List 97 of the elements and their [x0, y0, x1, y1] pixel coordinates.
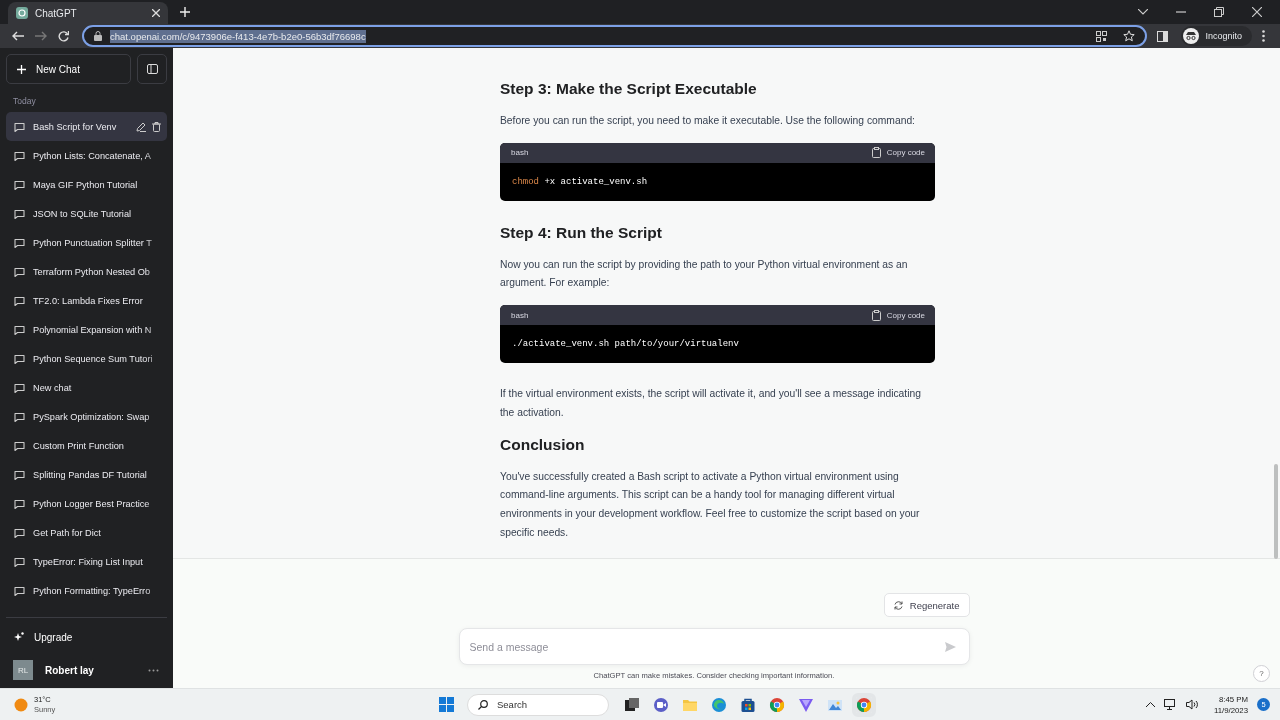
close-icon[interactable]	[1252, 7, 1262, 17]
network-icon[interactable]	[1163, 699, 1177, 710]
scrollbar-thumb[interactable]	[1274, 464, 1278, 559]
search-icon	[478, 699, 488, 710]
chat-bubble-icon	[14, 121, 25, 132]
help-button[interactable]: ?	[1253, 665, 1270, 682]
code-language: bash	[511, 310, 529, 320]
more-options-icon[interactable]	[1262, 30, 1265, 42]
chat-bubble-icon	[14, 527, 25, 538]
star-icon[interactable]	[1123, 30, 1136, 42]
chat-item[interactable]: TF2.0: Lambda Fixes Error	[6, 286, 167, 315]
copy-code-button[interactable]: Copy code	[871, 147, 925, 159]
upgrade-link[interactable]: Upgrade	[6, 622, 167, 652]
chat-item[interactable]: Polynomial Expansion with N	[6, 315, 167, 344]
triangle-app-icon[interactable]	[798, 696, 814, 713]
side-panel-icon[interactable]	[1157, 30, 1169, 42]
section-label: Today	[12, 95, 37, 108]
chat-item[interactable]: PySpark Optimization: Swap	[6, 402, 167, 431]
chat-bubble-icon	[14, 411, 25, 422]
chat-bubble-icon	[14, 266, 25, 277]
chat-bubble-icon	[14, 440, 25, 451]
paragraph: You've successfully created a Bash script to activate a Python virtual environment using command-line arguments. This script can be a handy tool for managing different virtual environments in your development workflow. Feel free to customize the script based on your specific needs.	[500, 469, 921, 540]
chat-item[interactable]: New chat	[6, 373, 167, 402]
chat-item[interactable]: TypeError: Fixing List Input	[6, 547, 167, 576]
paragraph: If the virtual environment exists, the script will activate it, and you'll see a message indicating the activation.	[500, 387, 922, 420]
section-heading: Step 4: Run the Script	[500, 222, 663, 243]
chat-bubble-icon	[14, 498, 25, 509]
clipboard-icon	[871, 309, 881, 321]
section-heading: Step 3: Make the Script Executable	[500, 79, 758, 99]
chat-item[interactable]: Maya GIF Python Tutorial	[6, 170, 167, 199]
close-icon[interactable]	[152, 9, 160, 17]
chat-item[interactable]: Get Path for Dict	[6, 518, 167, 547]
user-avatar: RL	[13, 660, 33, 680]
store-bag-icon[interactable]	[740, 696, 756, 713]
clipboard-icon	[871, 147, 881, 159]
pencil-icon[interactable]	[136, 121, 146, 132]
back-arrow-icon[interactable]	[12, 31, 24, 41]
chat-bubble-icon	[14, 324, 25, 335]
chat-item[interactable]: Python Sequence Sum Tutori	[6, 344, 167, 373]
address-bar[interactable]: chat.openai.com/c/9473906e-f413-4e7b-b2e0-56b3df76698c	[82, 25, 1148, 47]
new-tab-icon[interactable]	[180, 7, 190, 17]
chatgpt-logo-icon	[16, 7, 28, 19]
video-chat-icon[interactable]	[653, 696, 669, 713]
paragraph: Before you can run the script, you need to make it executable. Use the following command:	[500, 114, 916, 128]
chat-item[interactable]: JSON to SQLite Tutorial	[6, 199, 167, 228]
chevron-up-icon[interactable]	[1145, 702, 1155, 707]
plus-icon	[17, 64, 26, 74]
chat-bubble-icon	[14, 585, 25, 596]
refresh-icon	[893, 600, 903, 610]
qr-code-icon[interactable]	[1096, 30, 1108, 42]
regenerate-button[interactable]: Regenerate	[883, 593, 970, 617]
sun-icon	[14, 697, 28, 712]
paragraph: Now you can run the script by providing the path to your Python virtual environment as an argument. For example:	[500, 257, 909, 291]
chat-bubble-icon	[14, 556, 25, 567]
chrome-browser-icon[interactable]	[769, 696, 785, 713]
chat-item[interactable]: Python Punctuation Splitter T	[6, 228, 167, 257]
chat-item[interactable]: Terraform Python Nested Ob	[6, 257, 167, 286]
copy-code-button[interactable]: Copy code	[871, 309, 925, 321]
new-chat-button[interactable]: New Chat	[6, 54, 131, 84]
trash-icon[interactable]	[152, 121, 161, 132]
restore-icon[interactable]	[1214, 7, 1224, 17]
windows-start-icon[interactable]	[439, 697, 454, 712]
chat-bubble-icon	[14, 179, 25, 190]
more-options-icon[interactable]	[148, 668, 159, 672]
chat-item[interactable]: Custom Print Function	[6, 431, 167, 460]
message-input[interactable]: Send a message	[458, 628, 970, 665]
chat-bubble-icon	[14, 382, 25, 393]
reload-icon[interactable]	[58, 30, 69, 42]
task-view-icon[interactable]	[624, 696, 640, 713]
sparkle-icon	[14, 632, 24, 642]
sidebar-icon	[146, 64, 158, 74]
chat-bubble-icon	[14, 150, 25, 161]
chat-item[interactable]: Python Logger Best Practice	[6, 489, 167, 518]
chat-item[interactable]: Bash Script for Venv	[6, 112, 167, 141]
section-heading: Conclusion	[500, 434, 586, 455]
sidebar-toggle-button[interactable]	[137, 54, 167, 84]
chat-item[interactable]: Python Lists: Concatenate, A	[6, 141, 167, 170]
chat-bubble-icon	[14, 469, 25, 480]
taskbar-search[interactable]: Search	[467, 693, 609, 716]
chat-bubble-icon	[14, 353, 25, 364]
speaker-icon[interactable]	[1185, 699, 1199, 710]
user-name: Robert lay	[45, 664, 94, 676]
lock-icon	[94, 31, 102, 41]
code-line: ./activate_venv.sh path/to/your/virtualenv	[511, 338, 740, 352]
incognito-icon	[1183, 28, 1200, 44]
chat-item[interactable]: Splitting Pandas DF Tutorial	[6, 460, 167, 489]
code-line: chmod +x activate_venv.sh	[511, 175, 649, 189]
chat-item[interactable]: Python Formatting: TypeErro	[6, 576, 167, 605]
chat-bubble-icon	[14, 208, 25, 219]
browser-tab[interactable]: ChatGPT	[8, 2, 168, 24]
forward-arrow-icon[interactable]	[35, 31, 47, 41]
profile-button[interactable]: Incognito	[1181, 26, 1252, 46]
edge-browser-icon[interactable]	[711, 696, 727, 713]
chevron-down-icon[interactable]	[1138, 9, 1148, 15]
chat-bubble-icon	[14, 237, 25, 248]
chat-bubble-icon	[14, 295, 25, 306]
code-language: bash	[511, 148, 529, 158]
